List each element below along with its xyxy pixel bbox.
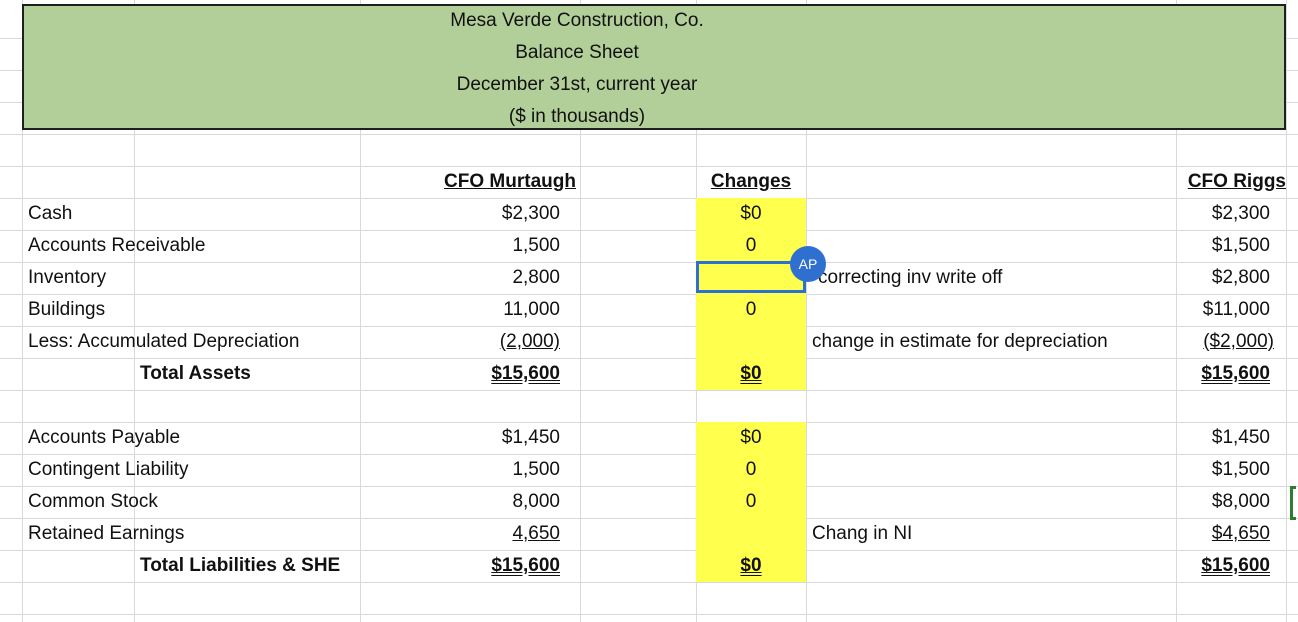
change-total-liabilities[interactable]: $0 bbox=[696, 550, 806, 582]
riggs-contingent-liability[interactable]: $1,500 bbox=[1150, 454, 1270, 486]
change-cash[interactable]: $0 bbox=[696, 198, 806, 230]
murtaugh-retained-earnings[interactable]: 4,650 bbox=[420, 518, 560, 550]
riggs-accumulated-depreciation[interactable]: ($2,000) bbox=[1156, 326, 1274, 358]
riggs-inventory[interactable]: $2,800 bbox=[1150, 262, 1270, 294]
change-retained-earnings[interactable] bbox=[696, 518, 806, 550]
note-accumulated-depreciation[interactable]: change in estimate for depreciation bbox=[812, 326, 1108, 358]
row-label-accounts-payable[interactable]: Accounts Payable bbox=[28, 422, 180, 454]
change-common-stock[interactable]: 0 bbox=[696, 486, 806, 518]
row-label-contingent-liability[interactable]: Contingent Liability bbox=[28, 454, 189, 486]
gridline-h bbox=[0, 454, 1298, 455]
collaborator-avatar[interactable]: AP bbox=[790, 246, 826, 282]
units-note: ($ in thousands) bbox=[508, 106, 646, 127]
murtaugh-common-stock[interactable]: 8,000 bbox=[420, 486, 560, 518]
gridline-h bbox=[0, 486, 1298, 487]
gridline-v bbox=[1286, 0, 1287, 622]
murtaugh-cash[interactable]: $2,300 bbox=[420, 198, 560, 230]
gridline-h bbox=[0, 390, 1298, 391]
title-header-block[interactable]: Mesa Verde Construction, Co. Balance She… bbox=[22, 4, 1286, 130]
company-name: Mesa Verde Construction, Co. bbox=[450, 10, 704, 31]
row-label-total-liabilities[interactable]: Total Liabilities & SHE bbox=[140, 550, 340, 582]
row-label-accumulated-depreciation[interactable]: Less: Accumulated Depreciation bbox=[28, 326, 299, 358]
murtaugh-accounts-receivable[interactable]: 1,500 bbox=[420, 230, 560, 262]
gridline-h bbox=[0, 166, 1298, 167]
riggs-retained-earnings[interactable]: $4,650 bbox=[1150, 518, 1270, 550]
gridline-h bbox=[0, 614, 1298, 615]
murtaugh-accumulated-depreciation[interactable]: (2,000) bbox=[420, 326, 560, 358]
riggs-accounts-receivable[interactable]: $1,500 bbox=[1150, 230, 1270, 262]
change-buildings[interactable]: 0 bbox=[696, 294, 806, 326]
murtaugh-accounts-payable[interactable]: $1,450 bbox=[420, 422, 560, 454]
gridline-h bbox=[0, 294, 1298, 295]
row-label-buildings[interactable]: Buildings bbox=[28, 294, 105, 326]
change-contingent-liability[interactable]: 0 bbox=[696, 454, 806, 486]
riggs-cash[interactable]: $2,300 bbox=[1150, 198, 1270, 230]
col-header-murtaugh[interactable]: CFO Murtaugh bbox=[420, 166, 600, 198]
col-header-riggs[interactable]: CFO Riggs bbox=[1166, 166, 1286, 198]
gridline-h bbox=[0, 582, 1298, 583]
gridline-h bbox=[0, 422, 1298, 423]
gridline-h bbox=[0, 134, 1298, 135]
row-label-common-stock[interactable]: Common Stock bbox=[28, 486, 158, 518]
gridline-h bbox=[0, 262, 1298, 263]
row-label-inventory[interactable]: Inventory bbox=[28, 262, 106, 294]
riggs-total-liabilities[interactable]: $15,600 bbox=[1150, 550, 1270, 582]
gridline-h bbox=[0, 198, 1298, 199]
note-retained-earnings[interactable]: Chang in NI bbox=[812, 518, 912, 550]
murtaugh-total-liabilities[interactable]: $15,600 bbox=[420, 550, 560, 582]
row-label-cash[interactable]: Cash bbox=[28, 198, 72, 230]
change-accounts-payable[interactable]: $0 bbox=[696, 422, 806, 454]
row-label-retained-earnings[interactable]: Retained Earnings bbox=[28, 518, 184, 550]
murtaugh-total-assets[interactable]: $15,600 bbox=[420, 358, 560, 390]
statement-title: Balance Sheet bbox=[515, 42, 639, 63]
row-label-total-assets[interactable]: Total Assets bbox=[140, 358, 251, 390]
gridline-h bbox=[0, 518, 1298, 519]
riggs-accounts-payable[interactable]: $1,450 bbox=[1150, 422, 1270, 454]
murtaugh-buildings[interactable]: 11,000 bbox=[420, 294, 560, 326]
riggs-buildings[interactable]: $11,000 bbox=[1150, 294, 1270, 326]
statement-date: December 31st, current year bbox=[456, 74, 698, 95]
murtaugh-inventory[interactable]: 2,800 bbox=[420, 262, 560, 294]
change-total-assets[interactable]: $0 bbox=[696, 358, 806, 390]
col-header-changes[interactable]: Changes bbox=[696, 166, 806, 198]
change-accounts-receivable[interactable]: 0 bbox=[696, 230, 806, 262]
row-label-accounts-receivable[interactable]: Accounts Receivable bbox=[28, 230, 205, 262]
riggs-total-assets[interactable]: $15,600 bbox=[1150, 358, 1270, 390]
riggs-common-stock[interactable]: $8,000 bbox=[1150, 486, 1270, 518]
note-inventory[interactable]: correcting inv write off bbox=[818, 262, 1002, 294]
murtaugh-contingent-liability[interactable]: 1,500 bbox=[420, 454, 560, 486]
active-cell-indicator bbox=[1290, 486, 1296, 520]
change-accumulated-depreciation[interactable] bbox=[696, 326, 806, 358]
